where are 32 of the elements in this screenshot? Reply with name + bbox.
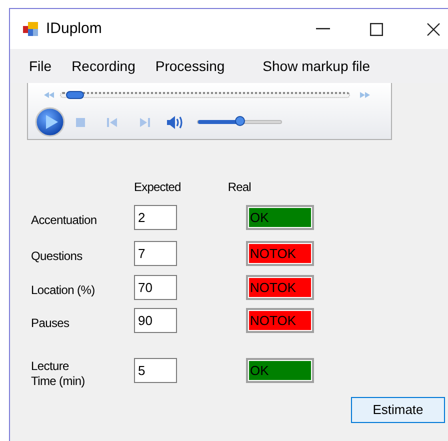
status-indicator: OK: [246, 358, 314, 383]
input-field[interactable]: 2: [134, 205, 177, 230]
minimize-icon[interactable]: [316, 28, 330, 30]
window-title: IDuplom: [46, 18, 102, 39]
input-field[interactable]: 90: [134, 308, 177, 333]
play-icon[interactable]: [35, 107, 65, 137]
menu-item[interactable]: File: [29, 56, 52, 76]
field-label: Questions: [31, 248, 84, 264]
status-indicator: NOTOK: [246, 241, 314, 266]
maximize-icon[interactable]: [370, 22, 383, 36]
input-field[interactable]: 5: [134, 358, 177, 383]
seek-thumb[interactable]: [66, 91, 84, 99]
estimate-button[interactable]: Estimate: [351, 397, 445, 423]
speaker-icon[interactable]: [167, 116, 184, 128]
menu-item[interactable]: Processing: [155, 56, 225, 76]
field-label: Lecture Time (min): [31, 358, 86, 388]
menu-item[interactable]: Show markup file: [262, 56, 370, 76]
close-icon[interactable]: [427, 22, 440, 36]
input-field[interactable]: 7: [134, 241, 177, 266]
app-icon: [23, 22, 38, 36]
column-header: Expected: [134, 179, 181, 196]
status-indicator: NOTOK: [246, 275, 314, 300]
column-header: Real: [228, 179, 251, 196]
volume-thumb[interactable]: [234, 116, 244, 126]
field-label: Accentuation: [31, 212, 98, 228]
input-field[interactable]: 70: [134, 275, 177, 300]
status-indicator: OK: [246, 205, 314, 230]
field-label: Pauses: [31, 315, 70, 331]
seek-bar[interactable]: [60, 92, 350, 98]
field-label: Location (%): [31, 282, 96, 298]
status-indicator: NOTOK: [246, 308, 314, 333]
menu-item[interactable]: Recording: [72, 56, 136, 76]
